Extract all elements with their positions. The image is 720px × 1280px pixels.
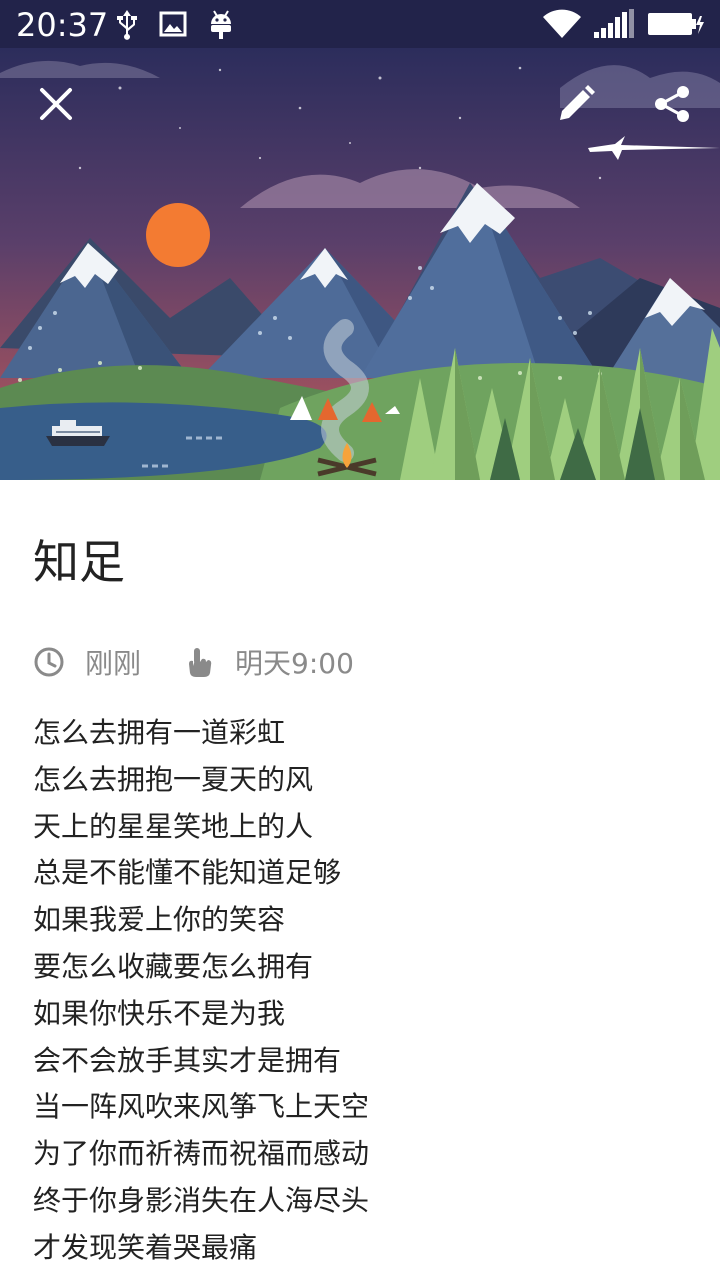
image-icon	[159, 11, 187, 37]
hand-pointer-icon	[189, 648, 212, 677]
reminder[interactable]: 明天9:00	[183, 642, 354, 682]
signal-icon	[594, 9, 634, 38]
close-button[interactable]	[28, 76, 84, 132]
note-meta: 刚刚 明天9:00	[33, 638, 354, 686]
created-time: 刚刚	[33, 642, 141, 682]
status-time: 20:37	[16, 6, 109, 44]
note-line: 终于你身影消失在人海尽头	[33, 1183, 370, 1217]
note-line: 会不会放手其实才是拥有	[33, 1043, 342, 1077]
header-illustration	[0, 48, 720, 480]
notification-icons	[115, 8, 235, 40]
reminder-label: 明天9:00	[235, 647, 354, 680]
note-line: 天上的星星笑地上的人	[33, 809, 314, 843]
note-body[interactable]: 怎么去拥有一道彩虹 怎么去拥抱一夏天的风 天上的星星笑地上的人 总是不能懂不能知…	[33, 710, 693, 1272]
note-line: 总是不能懂不能知道足够	[33, 856, 342, 890]
system-icons	[542, 8, 706, 40]
pencil-icon	[560, 85, 595, 120]
share-icon	[655, 86, 689, 122]
status-bar: 20:37	[0, 0, 720, 48]
battery-icon	[648, 13, 704, 35]
note-line: 如果我爱上你的笑容	[33, 903, 286, 937]
share-button[interactable]	[644, 76, 700, 132]
mountain-landscape-illustration	[0, 48, 720, 480]
edit-button[interactable]	[548, 76, 604, 132]
note-line: 当一阵风吹来风筝飞上天空	[33, 1090, 370, 1124]
note-line: 怎么去拥有一道彩虹	[33, 716, 286, 749]
note-content: 知足 刚刚 明天9:00 怎么去拥有一道彩虹 怎么去拥抱一夏天的风 天上的星星笑…	[0, 480, 720, 1280]
note-line: 如果你快乐不是为我	[33, 996, 286, 1030]
wifi-icon	[543, 9, 581, 38]
note-line: 为了你而祈祷而祝福而感动	[33, 1137, 370, 1171]
created-time-label: 刚刚	[85, 647, 142, 680]
close-icon	[40, 88, 72, 120]
note-line: 怎么去拥抱一夏天的风	[33, 762, 314, 796]
usb-icon	[117, 10, 137, 40]
note-line: 才发现笑着哭最痛	[33, 1230, 258, 1264]
android-icon	[211, 10, 231, 39]
note-title[interactable]: 知足	[33, 530, 125, 594]
note-line: 要怎么收藏要怎么拥有	[33, 949, 314, 983]
clock-icon	[34, 647, 64, 677]
